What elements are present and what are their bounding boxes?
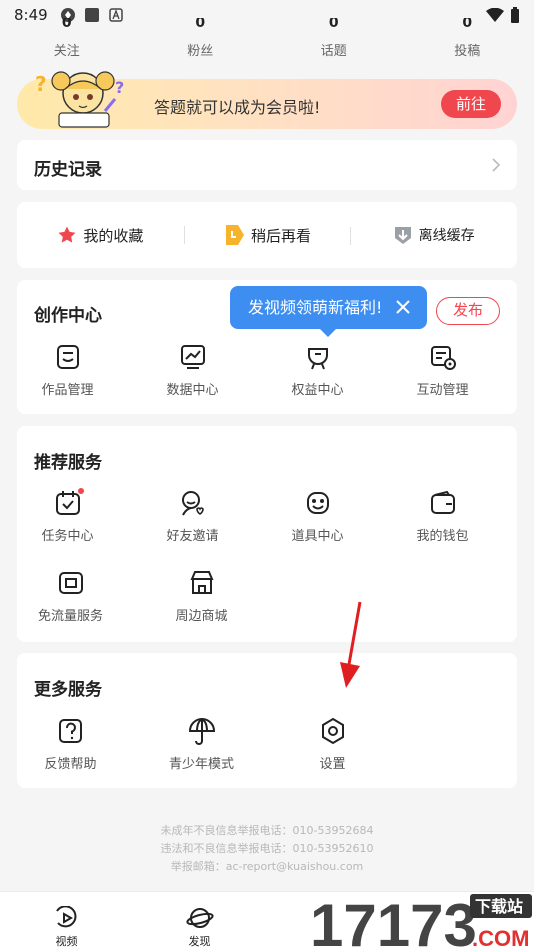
recommended-services-card: 推荐服务 任务中心 好友邀请 道具中心 我的钱包 免流量服务 周边商城	[17, 426, 517, 642]
history-title: 历史记录	[34, 160, 102, 180]
my-wallet[interactable]: 我的钱包	[380, 489, 505, 544]
profile-stats: 0 关注 0 粉丝 0 话题 0 投稿	[0, 18, 534, 59]
stat-label: 投稿	[454, 44, 481, 59]
footer-line-1: 未成年不良信息举报电话：010-53952684	[160, 824, 374, 837]
tab-video-label: 视频	[55, 935, 78, 948]
stat-label: 话题	[320, 44, 347, 59]
creation-items: 作品管理 数据中心 权益中心 互动管理	[5, 343, 505, 398]
watch-later-label: 稍后再看	[251, 226, 312, 245]
settings[interactable]: 设置	[267, 717, 398, 772]
history-row[interactable]: 历史记录	[17, 140, 517, 190]
favorites-label: 我的收藏	[83, 226, 144, 245]
quick-actions: 我的收藏 稍后再看 离线缓存	[17, 202, 517, 268]
interaction-management[interactable]: 互动管理	[380, 343, 505, 398]
play-later-icon	[226, 225, 244, 245]
recommended-row-1: 任务中心 好友邀请 道具中心 我的钱包	[5, 489, 505, 544]
publish-button[interactable]: 发布	[436, 297, 500, 325]
star-icon	[58, 226, 76, 243]
site-watermark-logo: 17173 下载站 .COM	[310, 892, 532, 950]
merch-shop[interactable]: 周边商城	[136, 569, 267, 624]
stat-value: 0	[195, 18, 206, 31]
help-icon	[58, 719, 82, 743]
svg-text:?: ?	[115, 78, 124, 97]
interaction-icon	[430, 346, 456, 370]
more-services-title: 更多服务	[34, 680, 102, 700]
tab-video[interactable]: 视频	[0, 892, 133, 950]
shop-icon	[189, 571, 214, 594]
chevron-right-icon	[492, 158, 501, 172]
recommended-services-title: 推荐服务	[34, 453, 102, 473]
task-badge-dot	[78, 488, 84, 494]
tooltip-text: 发视频领萌新福利!	[248, 298, 383, 317]
task-center-label: 任务中心	[41, 529, 94, 544]
footer-line-2: 违法和不良信息举报电话：010-53952610	[160, 842, 374, 855]
annotation-arrow	[340, 601, 362, 688]
my-wallet-label: 我的钱包	[416, 529, 469, 544]
stat-submissions[interactable]: 0 投稿	[401, 18, 534, 59]
stat-value: 0	[61, 18, 72, 31]
task-icon	[55, 491, 80, 515]
settings-icon	[321, 717, 344, 745]
friend-invite-label: 好友邀请	[166, 529, 219, 544]
stat-label: 关注	[53, 44, 80, 59]
watermark-text: 17173	[310, 892, 477, 950]
data-center[interactable]: 数据中心	[130, 343, 255, 398]
stat-followers[interactable]: 0 粉丝	[134, 18, 268, 59]
stat-topics[interactable]: 0 话题	[267, 18, 401, 59]
favorites-button[interactable]: 我的收藏	[17, 225, 184, 246]
creation-center-title: 创作中心	[34, 306, 102, 326]
props-center-label: 道具中心	[291, 529, 344, 544]
svg-text:?: ?	[35, 72, 47, 96]
works-management[interactable]: 作品管理	[5, 343, 130, 398]
free-data-icon	[58, 572, 83, 594]
mascot-girl-illustration: ? ?	[35, 71, 124, 128]
settings-label: 设置	[319, 757, 346, 772]
membership-quiz-banner[interactable]: ? ? 答题就可以成为会员啦! 前往	[17, 71, 517, 129]
works-icon	[56, 345, 79, 369]
stat-value: 0	[328, 18, 339, 31]
data-chart-icon	[180, 345, 205, 369]
teen-mode-label: 青少年模式	[168, 757, 234, 772]
rights-center[interactable]: 权益中心	[255, 343, 380, 398]
more-services-card: 更多服务 反馈帮助 青少年模式 设置	[17, 653, 517, 788]
friend-invite[interactable]: 好友邀请	[130, 489, 255, 544]
stat-label: 粉丝	[187, 44, 214, 59]
works-management-label: 作品管理	[41, 383, 94, 398]
interaction-management-label: 互动管理	[416, 383, 469, 398]
wallet-icon	[430, 490, 455, 514]
video-tab-icon	[55, 906, 76, 928]
umbrella-icon	[188, 718, 215, 745]
offline-cache-label: 离线缓存	[418, 228, 475, 244]
close-icon[interactable]	[395, 299, 411, 315]
watermark-domain: .COM	[472, 926, 529, 950]
banner-text: 答题就可以成为会员啦!	[154, 98, 321, 117]
rights-icon	[307, 348, 328, 370]
banner-go-button[interactable]: 前往	[441, 90, 501, 118]
stat-following[interactable]: 0 关注	[0, 18, 134, 59]
free-data-service[interactable]: 免流量服务	[5, 569, 136, 624]
tab-discover[interactable]: 发现	[133, 892, 266, 950]
free-data-label: 免流量服务	[37, 609, 103, 624]
publish-tooltip[interactable]: 发视频领萌新福利!	[230, 286, 427, 337]
feedback-help[interactable]: 反馈帮助	[5, 717, 136, 772]
teen-mode[interactable]: 青少年模式	[136, 717, 267, 772]
more-services-row: 反馈帮助 青少年模式 设置	[5, 717, 505, 772]
rights-center-label: 权益中心	[291, 383, 344, 398]
watermark-sub: 下载站	[475, 897, 523, 916]
tab-discover-label: 发现	[188, 935, 211, 948]
offline-cache-button[interactable]: 离线缓存	[350, 225, 517, 245]
download-icon	[394, 227, 411, 244]
merch-shop-label: 周边商城	[175, 609, 228, 624]
task-center[interactable]: 任务中心	[5, 489, 130, 544]
feedback-help-label: 反馈帮助	[44, 757, 97, 772]
props-icon	[306, 492, 329, 514]
friend-invite-icon	[181, 491, 204, 516]
planet-tab-icon	[185, 908, 214, 928]
stat-value: 0	[462, 18, 473, 31]
footer-line-3: 举报邮箱：ac-report@kuaishou.com	[170, 860, 364, 873]
props-center[interactable]: 道具中心	[255, 489, 380, 544]
recommended-row-2: 免流量服务 周边商城	[5, 569, 505, 624]
watch-later-button[interactable]: 稍后再看	[183, 224, 351, 246]
data-center-label: 数据中心	[166, 383, 219, 398]
